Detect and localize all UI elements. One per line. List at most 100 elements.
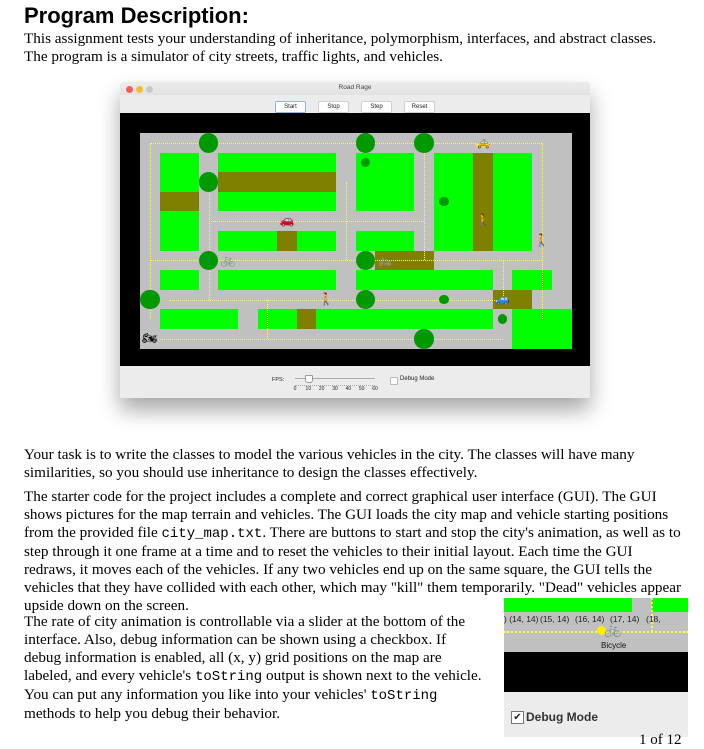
grass-tile: [453, 231, 474, 252]
street-tile: [551, 191, 572, 212]
grass-tile: [355, 172, 376, 193]
grass-tile: [316, 152, 337, 173]
dirt-tile: [179, 191, 200, 212]
bicycle-icon: 🚲: [377, 252, 393, 267]
animation-rate-paragraph: The rate of city animation is controllab…: [24, 613, 486, 723]
page-heading: Program Description:: [24, 3, 249, 28]
grass-tile: [336, 309, 357, 330]
start-button[interactable]: Start: [275, 101, 306, 113]
dirt-tile: [296, 309, 317, 330]
dirt-tile: [159, 191, 180, 212]
dirt-tile: [296, 172, 317, 193]
lane-marking: [424, 142, 426, 261]
grass-tile: [414, 309, 435, 330]
lane-marking: [267, 299, 269, 339]
grass-tile: [238, 270, 259, 291]
grass-tile: [492, 211, 513, 232]
grass-tile: [453, 211, 474, 232]
grass-tile: [159, 270, 180, 291]
dirt-tile: [257, 172, 278, 193]
fps-tick-label: 30: [332, 386, 338, 392]
grass-tile: [492, 172, 513, 193]
grass-tile: [277, 152, 298, 173]
grass-tile: [434, 152, 455, 173]
debug-mode-checkbox[interactable]: [390, 377, 398, 385]
inset-black-border: [504, 652, 688, 692]
dirt-tile: [473, 172, 494, 193]
grass-tile: [492, 191, 513, 212]
page-number: 1 of 12: [639, 732, 682, 748]
para3-text-c: methods to help you debug their behavior…: [24, 705, 281, 722]
grass-tile: [394, 309, 415, 330]
starter-code-paragraph: The starter code for the project include…: [24, 488, 684, 615]
grass-tile: [512, 309, 533, 330]
traffic-light: [355, 133, 376, 153]
inset-lane-line: [504, 631, 688, 633]
fps-tick-label: 40: [345, 386, 352, 392]
grass-tile: [316, 231, 337, 252]
debug-mode-checkbox-checked[interactable]: ✔: [511, 711, 524, 724]
traffic-light: [438, 294, 449, 305]
dirt-tile: [277, 172, 298, 193]
grass-tile: [394, 172, 415, 193]
dirt-tile: [473, 231, 494, 252]
street-tile: [551, 172, 572, 193]
grass-tile: [277, 309, 298, 330]
street-tile: [336, 270, 357, 291]
control-panel: FPS: 0 10 20 30 40 50 60 Debug Mode: [120, 366, 590, 398]
grass-tile: [434, 270, 455, 291]
grass-tile: [551, 309, 572, 330]
grass-tile: [257, 191, 278, 212]
fps-slider[interactable]: 0 10 20 30 40 50 60: [294, 373, 379, 393]
grass-tile: [453, 191, 474, 212]
street-tile: [551, 152, 572, 173]
street-tile: [336, 152, 357, 173]
dirt-tile: [238, 172, 259, 193]
street-tile: [551, 250, 572, 271]
grass-tile: [159, 231, 180, 252]
bicycle-debug-label: Bicycle: [601, 641, 627, 650]
street-tile: [238, 309, 259, 330]
grass-tile: [159, 211, 180, 232]
grass-tile: [159, 152, 180, 173]
grass-tile: [218, 191, 239, 212]
grass-tile: [394, 231, 415, 252]
grass-tile: [512, 172, 533, 193]
dirt-tile: [316, 172, 337, 193]
bicycle-icon: 🚲: [220, 252, 236, 267]
grass-tile: [179, 231, 200, 252]
grass-tile: [159, 172, 180, 193]
grass-tile: [394, 152, 415, 173]
reset-button[interactable]: Reset: [404, 101, 435, 113]
grass-tile: [434, 231, 455, 252]
grass-tile: [453, 152, 474, 173]
traffic-light: [414, 133, 434, 153]
grass-tile: [394, 191, 415, 212]
grass-tile: [512, 329, 533, 350]
grass-tile: [492, 152, 513, 173]
toolbar: Start Stop Step Reset: [120, 95, 590, 113]
stop-button[interactable]: Stop: [318, 101, 349, 113]
title-bar: Road Rage: [120, 82, 590, 95]
truck-icon: 🚙: [495, 291, 511, 306]
bicycle-icon: 🚲: [604, 623, 622, 638]
city-map-canvas: 🚕 🚗 🚶 🚶 🚲 🚲 🚶 🚙 🏍: [120, 113, 590, 366]
grass-tile: [453, 270, 474, 291]
grid-coordinate-label: (16, 14): [575, 614, 605, 624]
lane-marking: [208, 182, 210, 300]
grass-tile: [375, 172, 396, 193]
grass-tile: [551, 329, 572, 350]
step-button[interactable]: Step: [361, 101, 392, 113]
debug-mode-screenshot: ) (14, 14) (15, 14) (16, 14) (17, 14) (18, 🚲…: [504, 598, 688, 737]
grass-tile: [218, 152, 239, 173]
inset-street: [632, 598, 652, 612]
grass-tile: [179, 172, 200, 193]
grass-tile: [492, 231, 513, 252]
task-paragraph: Your task is to write the classes to mod…: [24, 446, 635, 481]
grass-tile: [257, 270, 278, 291]
grass-tile: [434, 172, 455, 193]
city-map-filename: city_map.txt: [161, 526, 263, 542]
grass-tile: [316, 270, 337, 291]
grass-tile: [296, 270, 317, 291]
grass-tile: [434, 309, 455, 330]
